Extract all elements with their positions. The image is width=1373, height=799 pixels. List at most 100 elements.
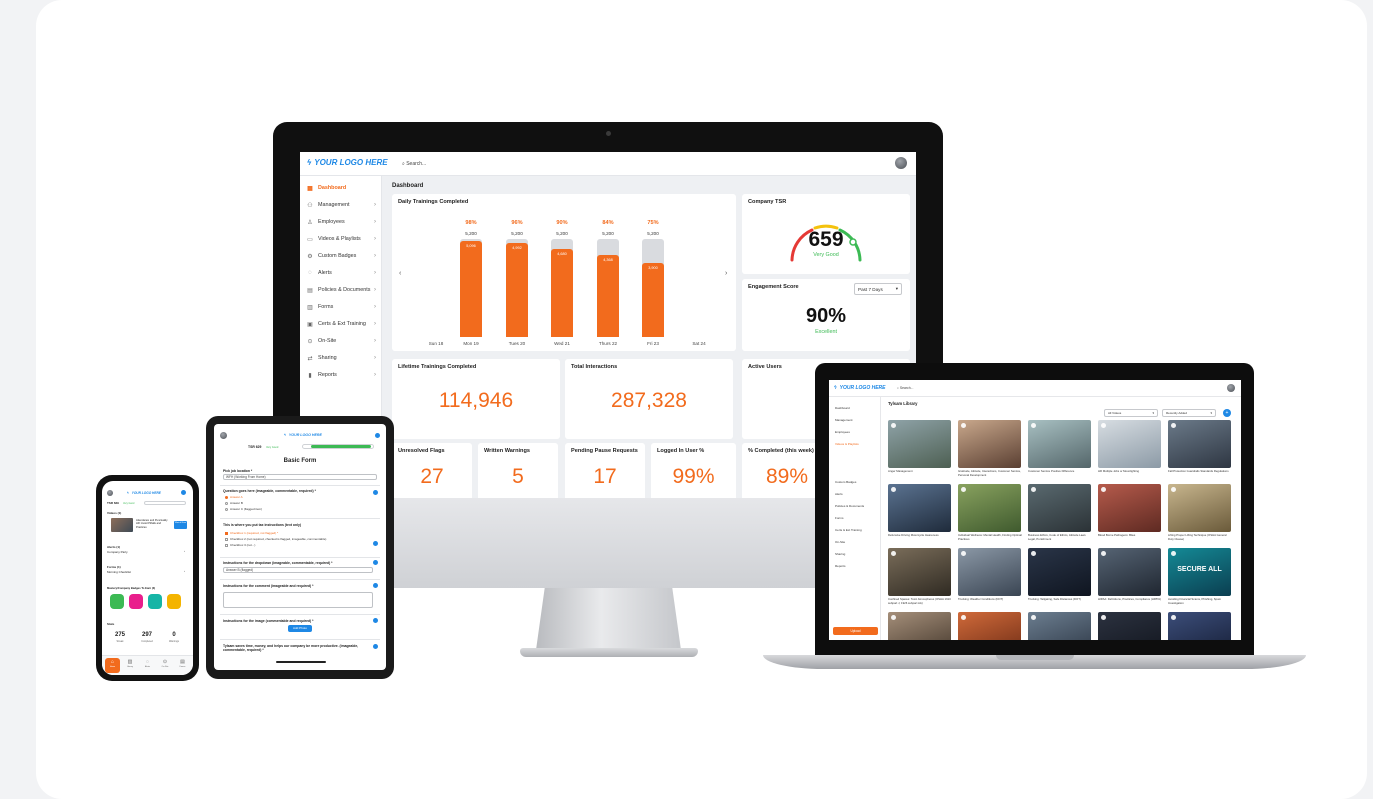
forms-item[interactable]: Morning Checklist: [107, 570, 131, 574]
checkbox-option[interactable]: Checkbox 1 (required, not flagged) *: [225, 531, 278, 535]
video-thumbnail[interactable]: [1028, 548, 1091, 596]
checkbox-option[interactable]: Checkbox 3 (not...): [225, 543, 255, 547]
sidebar-item-policies-documents[interactable]: ▤ Policies & Documents ›: [306, 282, 378, 298]
video-thumbnail[interactable]: [1098, 612, 1161, 640]
radio-option[interactable]: Answer A: [225, 495, 243, 499]
chevron-right-icon[interactable]: ›: [725, 270, 727, 277]
sidebar-item[interactable]: Reports: [835, 564, 846, 568]
search-input[interactable]: ⌕ Search...: [897, 386, 913, 390]
add-icon[interactable]: +: [1223, 409, 1231, 417]
select-circle-icon[interactable]: [1031, 487, 1036, 492]
select-circle-icon[interactable]: [891, 615, 896, 620]
info-icon[interactable]: [373, 618, 378, 623]
nav-tab-home[interactable]: ⌂ Home: [105, 658, 120, 673]
select-circle-icon[interactable]: [1031, 615, 1036, 620]
select-circle-icon[interactable]: [1101, 615, 1106, 620]
chevron-left-icon[interactable]: ‹: [399, 270, 401, 277]
select-circle-icon[interactable]: [1031, 423, 1036, 428]
select-circle-icon[interactable]: [961, 487, 966, 492]
select-circle-icon[interactable]: [891, 551, 896, 556]
sidebar-item[interactable]: Forms: [835, 516, 844, 520]
upload-button[interactable]: Upload: [833, 627, 878, 635]
radio-option[interactable]: Answer B: [225, 501, 243, 505]
bar[interactable]: [551, 249, 573, 337]
sidebar-item[interactable]: Management: [835, 418, 853, 422]
video-thumbnail[interactable]: [888, 612, 951, 640]
video-thumbnail[interactable]: [958, 484, 1021, 532]
period-select[interactable]: Past 7 Days ▾: [854, 283, 902, 295]
checkbox-option[interactable]: Checkbox 2 (not required, checked is fla…: [225, 537, 326, 541]
avatar[interactable]: [895, 157, 907, 169]
sidebar-item-dashboard[interactable]: ▦ Dashboard: [306, 180, 378, 196]
sidebar-item[interactable]: Custom Badges: [835, 480, 856, 484]
info-icon[interactable]: [181, 490, 186, 495]
video-thumbnail[interactable]: [1098, 548, 1161, 596]
nav-tab-on-site[interactable]: ⊙ On-Site: [158, 658, 173, 673]
video-thumbnail[interactable]: [888, 548, 951, 596]
badge-icon[interactable]: [148, 594, 162, 609]
bar[interactable]: [642, 263, 664, 337]
sidebar-item-custom-badges[interactable]: ⚙ Custom Badges ›: [306, 248, 378, 264]
sidebar-item[interactable]: Dashboard: [835, 406, 850, 410]
select-circle-icon[interactable]: [1171, 615, 1176, 620]
select-circle-icon[interactable]: [1031, 551, 1036, 556]
info-icon[interactable]: [373, 583, 378, 588]
select-circle-icon[interactable]: [891, 487, 896, 492]
avatar[interactable]: [107, 490, 113, 496]
search-input[interactable]: ⌕ Search...: [402, 161, 426, 167]
info-icon[interactable]: [373, 541, 378, 546]
select-circle-icon[interactable]: [891, 423, 896, 428]
sidebar-item[interactable]: Alerts: [835, 492, 843, 496]
sidebar-item-reports[interactable]: ▮ Reports ›: [306, 367, 378, 383]
select-circle-icon[interactable]: [1171, 551, 1176, 556]
select-circle-icon[interactable]: [1101, 551, 1106, 556]
info-icon[interactable]: [373, 490, 378, 495]
logo[interactable]: ϟ YOUR LOGO HERE: [307, 158, 388, 167]
sidebar-item[interactable]: Policies & Documents: [835, 504, 864, 508]
sidebar-item-management[interactable]: ⚇ Management ›: [306, 197, 378, 213]
bar[interactable]: [460, 241, 482, 337]
badge-icon[interactable]: [110, 594, 124, 609]
video-thumbnail[interactable]: [1028, 484, 1091, 532]
video-thumbnail[interactable]: [1098, 420, 1161, 468]
alerts-item[interactable]: Company Party: [107, 550, 128, 554]
radio-option[interactable]: Answer C (flagged item): [225, 507, 262, 511]
info-icon[interactable]: [373, 644, 378, 649]
bar[interactable]: [506, 243, 528, 337]
select-circle-icon[interactable]: [961, 551, 966, 556]
sidebar-item-sharing[interactable]: ⇄ Sharing ›: [306, 350, 378, 366]
info-icon[interactable]: [373, 560, 378, 565]
avatar[interactable]: [220, 432, 227, 439]
video-thumbnail[interactable]: [1168, 612, 1231, 640]
sidebar-item-videos-playlists[interactable]: ▭ Videos & Playlists ›: [306, 231, 378, 247]
select-circle-icon[interactable]: [1171, 487, 1176, 492]
select-circle-icon[interactable]: [961, 615, 966, 620]
video-thumbnail[interactable]: [111, 518, 133, 532]
badge-icon[interactable]: [129, 594, 143, 609]
dropdown-select[interactable]: Answer B (flagged): [223, 567, 373, 573]
sidebar-item-on-site[interactable]: ⊙ On-Site ›: [306, 333, 378, 349]
video-thumbnail[interactable]: [1028, 612, 1091, 640]
comment-textarea[interactable]: [223, 592, 373, 608]
avatar[interactable]: [1227, 384, 1235, 392]
chevron-right-icon[interactable]: ›: [184, 569, 185, 573]
filter-select[interactable]: All Videos ▾: [1104, 409, 1158, 417]
add-photo-button[interactable]: Add Photo: [288, 625, 312, 632]
select-circle-icon[interactable]: [961, 423, 966, 428]
sidebar-item-certs-ext-training[interactable]: ▣ Certs & Ext Training ›: [306, 316, 378, 332]
bar[interactable]: [597, 255, 619, 337]
sidebar-item[interactable]: On-Site: [835, 540, 845, 544]
video-thumbnail[interactable]: [1168, 484, 1231, 532]
video-thumbnail[interactable]: [958, 420, 1021, 468]
sort-select[interactable]: Recently Added ▾: [1162, 409, 1216, 417]
nav-tab-library[interactable]: ▥ Library: [123, 658, 138, 673]
chevron-right-icon[interactable]: ›: [184, 549, 185, 553]
sidebar-item-alerts[interactable]: ◌ Alerts ›: [306, 265, 378, 281]
sidebar-item-forms[interactable]: ▥ Forms ›: [306, 299, 378, 315]
info-icon[interactable]: [375, 433, 380, 438]
sidebar-item[interactable]: Employees: [835, 430, 850, 434]
video-thumbnail[interactable]: [1028, 420, 1091, 468]
watch-button[interactable]: Watch Now: [174, 521, 187, 529]
sidebar-item[interactable]: Sharing: [835, 552, 845, 556]
video-thumbnail[interactable]: [958, 548, 1021, 596]
